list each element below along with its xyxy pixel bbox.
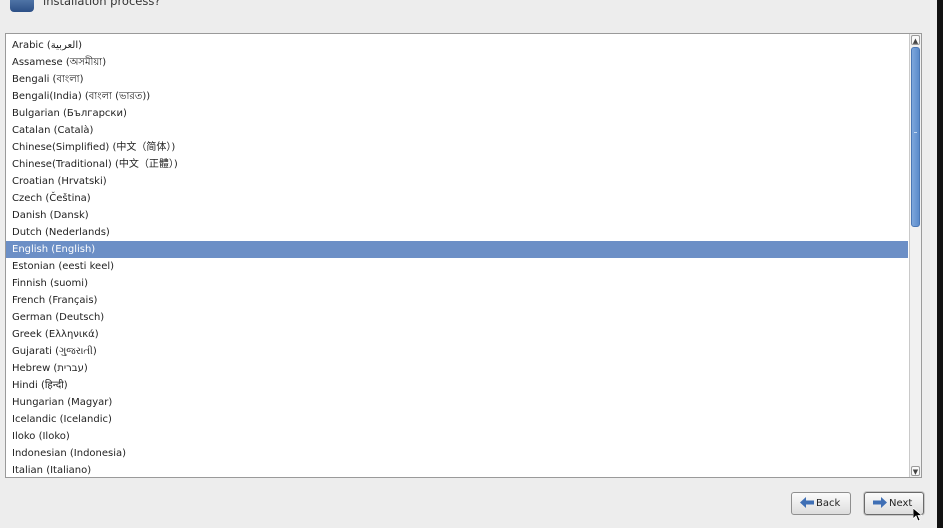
header-prompt: installation process? — [43, 0, 161, 8]
scrollbar-thumb[interactable] — [911, 47, 920, 227]
language-list[interactable]: Arabic (العربية) Assamese (অসমীয়া) Bengal… — [6, 37, 909, 477]
language-list-item[interactable]: Finnish (suomi) — [6, 275, 908, 292]
language-list-item[interactable]: Dutch (Nederlands) — [6, 224, 908, 241]
language-list-item[interactable]: Iloko (Iloko) — [6, 428, 908, 445]
language-list-item[interactable]: Hindi (हिन्दी) — [6, 377, 908, 394]
next-button-label: Next — [889, 498, 913, 509]
language-list-item[interactable]: Bengali(India) (বাংলা (ভারত)) — [6, 88, 908, 105]
language-list-item[interactable]: Catalan (Català) — [6, 122, 908, 139]
back-button-label: Back — [816, 498, 841, 509]
language-list-item[interactable]: French (Français) — [6, 292, 908, 309]
language-list-item[interactable]: Estonian (eesti keel) — [6, 258, 908, 275]
language-list-item[interactable]: Greek (Ελληνικά) — [6, 326, 908, 343]
language-list-item[interactable]: Bengali (বাংলা) — [6, 71, 908, 88]
language-list-item[interactable]: Arabic (العربية) — [6, 37, 908, 54]
language-list-box: Arabic (العربية) Assamese (অসমীয়া) Bengal… — [5, 33, 922, 478]
language-list-item[interactable]: Chinese(Simplified) (中文（简体）) — [6, 139, 908, 156]
language-list-item[interactable]: Hungarian (Magyar) — [6, 394, 908, 411]
mouse-pointer-icon — [913, 508, 923, 522]
back-arrow-icon — [800, 496, 814, 508]
language-list-item[interactable]: Czech (Čeština) — [6, 190, 908, 207]
language-list-item[interactable]: German (Deutsch) — [6, 309, 908, 326]
language-list-item[interactable]: Gujarati (ગુજરાતી) — [6, 343, 908, 360]
language-list-item[interactable]: Chinese(Traditional) (中文（正體）) — [6, 156, 908, 173]
language-list-item[interactable]: Bulgarian (Български) — [6, 105, 908, 122]
language-list-item-selected[interactable]: English (English) — [6, 241, 908, 258]
vertical-scrollbar[interactable]: ▲ ▼ — [909, 34, 921, 477]
language-list-item[interactable]: Hebrew (עברית) — [6, 360, 908, 377]
language-list-item[interactable]: Icelandic (Icelandic) — [6, 411, 908, 428]
language-list-item[interactable]: Danish (Dansk) — [6, 207, 908, 224]
scroll-up-arrow-icon[interactable]: ▲ — [911, 35, 920, 45]
language-list-item[interactable]: Italian (Italiano) — [6, 462, 908, 477]
language-list-item[interactable]: Assamese (অসমীয়া) — [6, 54, 908, 71]
next-arrow-icon — [873, 496, 887, 508]
installer-logo-icon — [10, 0, 34, 12]
header: installation process? — [0, 0, 937, 18]
back-button[interactable]: Back — [791, 492, 851, 515]
installer-window: installation process? Arabic (العربية) As… — [0, 0, 937, 528]
scroll-down-arrow-icon[interactable]: ▼ — [911, 466, 920, 476]
language-list-item[interactable]: Croatian (Hrvatski) — [6, 173, 908, 190]
scrollbar-grip — [914, 132, 917, 133]
language-list-item[interactable]: Indonesian (Indonesia) — [6, 445, 908, 462]
